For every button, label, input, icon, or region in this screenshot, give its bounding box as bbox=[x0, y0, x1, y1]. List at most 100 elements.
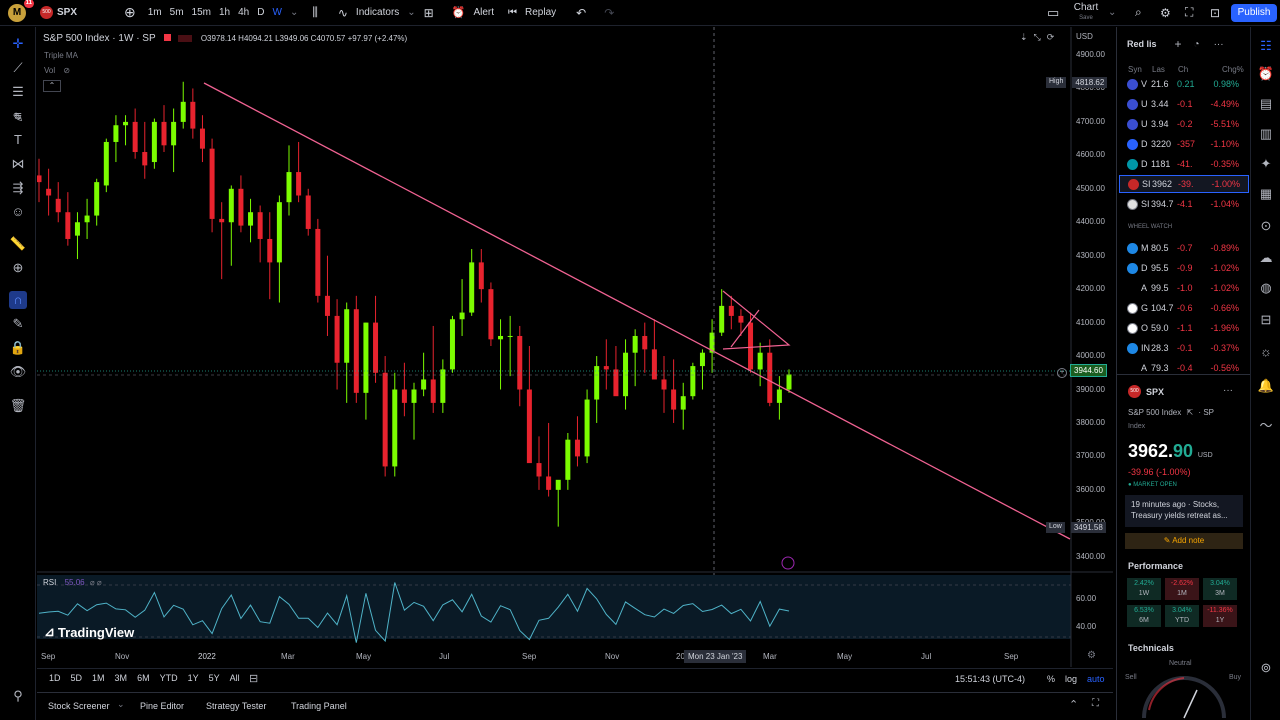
details-symbol[interactable]: SPX bbox=[1146, 387, 1164, 397]
perf-cell[interactable]: 3.04% 3M bbox=[1203, 578, 1237, 600]
templates-icon[interactable]: ⊞ bbox=[420, 6, 438, 20]
range-5d[interactable]: 5D bbox=[71, 673, 83, 683]
publish-button[interactable]: Publish bbox=[1231, 4, 1277, 22]
watchlist-row[interactable]: IN 28.3 -0.1 -0.37% bbox=[1119, 339, 1249, 357]
magnet-icon[interactable]: ∩ bbox=[9, 291, 27, 309]
range-1y[interactable]: 1Y bbox=[188, 673, 199, 683]
fullscreen-icon[interactable]: ⛶ bbox=[1181, 5, 1197, 20]
tab-pine-editor[interactable]: Pine Editor bbox=[140, 701, 184, 711]
settings-icon[interactable]: ⚙ bbox=[1156, 6, 1175, 20]
interval-15m[interactable]: 15m bbox=[188, 7, 215, 18]
currency-label[interactable]: USD bbox=[1076, 32, 1093, 41]
external-link-icon[interactable]: ⇱ bbox=[1186, 408, 1193, 417]
advanced-view-icon[interactable]: ◔ bbox=[1194, 39, 1200, 50]
tab-stock-screener[interactable]: Stock Screener bbox=[48, 701, 110, 711]
layout-icon[interactable]: ▭ bbox=[1043, 5, 1063, 21]
fib-icon[interactable]: ☰ bbox=[9, 83, 27, 101]
alert-button[interactable]: Alert bbox=[469, 7, 498, 18]
range-1m[interactable]: 1M bbox=[92, 673, 105, 683]
current-price-tag[interactable]: 3944.60 bbox=[1070, 364, 1107, 377]
watchlist-row[interactable]: D 3220 -357 -1.10% bbox=[1119, 135, 1249, 153]
layout-dropdown-icon[interactable]: ⌄ bbox=[1104, 7, 1120, 18]
redo-icon[interactable]: ↷ bbox=[600, 6, 618, 20]
range-all[interactable]: All bbox=[230, 673, 240, 683]
details-more-icon[interactable]: ··· bbox=[1223, 385, 1233, 396]
interval-d[interactable]: D bbox=[253, 7, 268, 18]
watchlist-row[interactable]: A 99.5 -1.0 -1.02% bbox=[1119, 279, 1249, 297]
interval-w[interactable]: W bbox=[268, 7, 285, 18]
price-chart[interactable] bbox=[37, 27, 1113, 667]
interval-1m[interactable]: 1m bbox=[144, 7, 166, 18]
col-last[interactable]: Las bbox=[1152, 65, 1165, 74]
help-icon[interactable]: ⊚ bbox=[1257, 659, 1275, 677]
tab-strategy-tester[interactable]: Strategy Tester bbox=[206, 701, 266, 711]
text-icon[interactable]: T bbox=[9, 131, 27, 149]
watchlist-row[interactable]: D 1181 -41. -0.35% bbox=[1119, 155, 1249, 173]
prediction-icon[interactable]: ⇶ bbox=[9, 179, 27, 197]
watchlist-row[interactable]: SI 3962 -39. -1.00% bbox=[1119, 175, 1249, 193]
range-5y[interactable]: 5Y bbox=[209, 673, 220, 683]
goto-date-icon[interactable]: ⊟ bbox=[249, 672, 258, 685]
rsi-legend[interactable]: RSI 55.06 ⌀ ⌀ bbox=[43, 578, 102, 587]
range-6m[interactable]: 6M bbox=[137, 673, 150, 683]
perf-cell[interactable]: 3.04% YTD bbox=[1165, 605, 1199, 627]
crosshair-icon[interactable]: ✛ bbox=[9, 35, 27, 53]
screener-dropdown-icon[interactable]: ⌄ bbox=[117, 699, 125, 710]
chart-layout-button[interactable]: Chart Save bbox=[1070, 3, 1102, 23]
undo-icon[interactable]: ↶ bbox=[572, 6, 590, 20]
signals-icon[interactable]: 〜 bbox=[1257, 417, 1275, 435]
interval-4h[interactable]: 4h bbox=[234, 7, 253, 18]
range-1d[interactable]: 1D bbox=[49, 673, 61, 683]
ruler-icon[interactable]: 📏 bbox=[9, 235, 27, 253]
camera-icon[interactable]: ⊡ bbox=[1206, 6, 1224, 20]
trash-icon[interactable]: 🗑 bbox=[9, 397, 27, 415]
collapse-panel-icon[interactable]: ⌃ bbox=[1069, 698, 1078, 711]
indicators-dropdown-icon[interactable]: ⌄ bbox=[403, 7, 419, 18]
perf-cell[interactable]: 2.42% 1W bbox=[1127, 578, 1161, 600]
hide-icon[interactable]: ⊘ bbox=[63, 66, 70, 75]
legend-title[interactable]: S&P 500 Index · 1W · SP bbox=[43, 33, 155, 44]
pencil-icon[interactable]: ✎ bbox=[9, 109, 27, 127]
symbol-search[interactable]: 500 SPX bbox=[40, 6, 106, 19]
interval-5m[interactable]: 5m bbox=[166, 7, 188, 18]
add-note-button[interactable]: ✎ Add note bbox=[1125, 533, 1243, 549]
add-symbol-watch-icon[interactable]: + bbox=[1175, 37, 1182, 51]
axis-arrow-icons[interactable]: ⇣⤡⟳ bbox=[1020, 32, 1060, 43]
col-change-pct[interactable]: Chg% bbox=[1222, 65, 1244, 74]
indicators-button[interactable]: Indicators bbox=[352, 7, 403, 18]
chats-icon[interactable]: ◍ bbox=[1257, 279, 1275, 297]
bulb-icon[interactable]: ☼ bbox=[1257, 343, 1275, 361]
ideas-icon[interactable]: ⊙ bbox=[1257, 217, 1275, 235]
streams-icon[interactable]: ☁ bbox=[1257, 249, 1275, 267]
section-wheel-watch[interactable]: WHEEL WATCH bbox=[1128, 224, 1172, 230]
candles-type-icon[interactable]: ⫼ bbox=[308, 5, 322, 20]
watchlist-icon[interactable]: ☷ bbox=[1257, 37, 1275, 55]
dom-icon[interactable]: ⊟ bbox=[1257, 311, 1275, 329]
lock-drawing-icon[interactable]: ✎ bbox=[9, 315, 27, 333]
replay-button[interactable]: Replay bbox=[521, 7, 560, 18]
notifications-icon[interactable]: 🔔 bbox=[1257, 377, 1275, 395]
maximize-panel-icon[interactable]: ⛶ bbox=[1092, 698, 1099, 709]
range-3m[interactable]: 3M bbox=[115, 673, 128, 683]
range-ytd[interactable]: YTD bbox=[160, 673, 178, 683]
log-toggle[interactable]: log bbox=[1065, 674, 1077, 684]
search-icon[interactable]: ⌕ bbox=[1131, 5, 1146, 20]
col-change[interactable]: Ch bbox=[1178, 65, 1188, 74]
percent-toggle[interactable]: % bbox=[1047, 674, 1055, 684]
trendline-main[interactable] bbox=[203, 82, 1071, 540]
time-settings-icon[interactable]: ⚙ bbox=[1087, 650, 1096, 661]
watchlist-row[interactable]: U 3.94 -0.2 -5.51% bbox=[1119, 115, 1249, 133]
watchlist-title[interactable]: Red lis bbox=[1127, 39, 1157, 49]
pattern-icon[interactable]: ⋈ bbox=[9, 155, 27, 173]
object-tree-icon[interactable]: ⚲ bbox=[9, 687, 27, 705]
tab-trading-panel[interactable]: Trading Panel bbox=[291, 701, 347, 711]
plus-crosshair-icon[interactable]: + bbox=[1057, 368, 1067, 378]
news-icon[interactable]: ▥ bbox=[1257, 125, 1275, 143]
col-symbol[interactable]: Syn bbox=[1128, 65, 1142, 74]
watchlist-row[interactable]: O 59.0 -1.1 -1.96% bbox=[1119, 319, 1249, 337]
watchlist-row[interactable]: D 95.5 -0.9 -1.02% bbox=[1119, 259, 1249, 277]
watchlist-row[interactable]: V 21.6 0.21 0.98% bbox=[1119, 75, 1249, 93]
alerts-icon[interactable]: ⏰ bbox=[1257, 65, 1275, 83]
perf-cell[interactable]: 6.53% 6M bbox=[1127, 605, 1161, 627]
more-options-icon[interactable]: ··· bbox=[1214, 39, 1224, 50]
